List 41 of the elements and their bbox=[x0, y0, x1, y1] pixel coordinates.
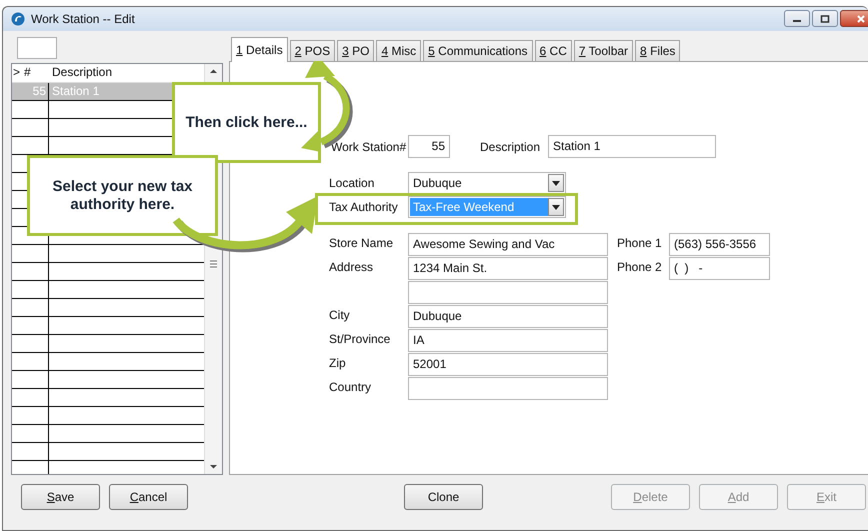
input-field[interactable]: (563) 556-3556 bbox=[669, 233, 770, 256]
field-label: Address bbox=[329, 260, 374, 274]
tab[interactable]: 8 Files bbox=[635, 40, 680, 61]
field-label: Location bbox=[329, 176, 376, 190]
field-label: Zip bbox=[329, 356, 346, 370]
action-button[interactable]: Cancel bbox=[109, 484, 188, 510]
dropdown[interactable]: Dubuque bbox=[408, 172, 566, 194]
tab[interactable]: 2 POS bbox=[290, 40, 336, 61]
tab[interactable]: 5 Communications bbox=[423, 40, 533, 61]
field-label: St/Province bbox=[329, 332, 390, 346]
field-label: Tax Authority bbox=[329, 200, 399, 214]
tab[interactable]: 3 PO bbox=[337, 40, 374, 61]
input-field[interactable]: ( ) - bbox=[669, 257, 770, 280]
tab[interactable]: 6 CC bbox=[534, 40, 572, 61]
input-field[interactable]: 1234 Main St. bbox=[408, 257, 608, 280]
action-button[interactable]: Clone bbox=[404, 484, 483, 510]
field-label: Phone 1 bbox=[617, 235, 663, 250]
input-field[interactable]: Awesome Sewing and Vac bbox=[408, 233, 608, 256]
input-field[interactable]: 52001 bbox=[408, 353, 608, 376]
field-label: Store Name bbox=[329, 236, 394, 250]
callout-text: Select your new tax authority here. bbox=[51, 178, 194, 214]
table-cell: 55 bbox=[24, 83, 49, 100]
tab[interactable]: 7 Toolbar bbox=[574, 40, 634, 61]
column-header: Description bbox=[51, 64, 114, 81]
input-field[interactable]: 55 bbox=[408, 135, 450, 158]
field-label: Country bbox=[329, 380, 372, 394]
field-label: City bbox=[329, 308, 350, 322]
table-cell-text: Station 1 bbox=[51, 83, 100, 100]
input-field[interactable]: IA bbox=[408, 329, 608, 352]
tab[interactable]: 1 Details bbox=[231, 37, 288, 62]
callout-text: Then click here... bbox=[186, 114, 308, 132]
input-field[interactable]: Dubuque bbox=[408, 305, 608, 328]
column-header: > bbox=[12, 64, 22, 81]
field-label: Phone 2 bbox=[617, 259, 663, 274]
window-title: Work Station -- Edit bbox=[31, 12, 135, 26]
field-label: Description bbox=[480, 140, 540, 154]
input-field[interactable]: Station 1 bbox=[548, 135, 716, 158]
column-header: # bbox=[24, 64, 32, 81]
action-button[interactable]: Save bbox=[21, 484, 100, 510]
field-label: Work Station# bbox=[331, 140, 408, 154]
tab[interactable]: 4 Misc bbox=[376, 40, 422, 61]
